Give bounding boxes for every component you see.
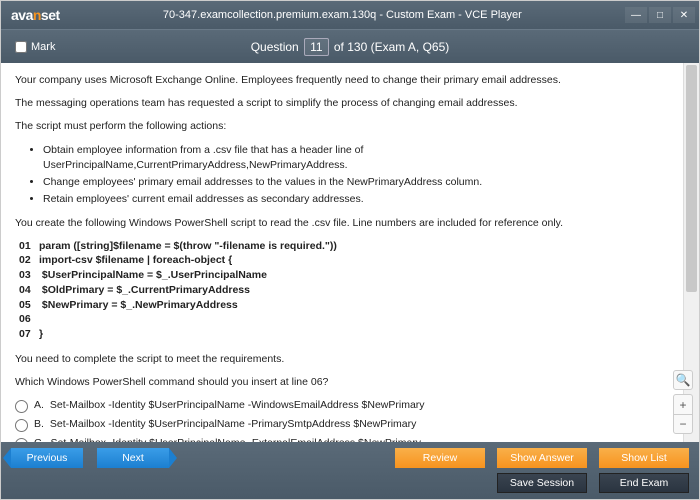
code-block: 01param ([string]$filename = $(throw "-f…: [19, 239, 669, 342]
requirements-list: Obtain employee information from a .csv …: [43, 143, 669, 208]
mark-checkbox-area[interactable]: Mark: [15, 41, 115, 53]
list-item: Retain employees' current email addresse…: [43, 192, 669, 207]
mark-checkbox[interactable]: [15, 41, 27, 53]
list-item: Obtain employee information from a .csv …: [43, 143, 669, 173]
question-number: 11: [304, 38, 328, 56]
window-title: 70-347.examcollection.premium.exam.130q …: [60, 9, 625, 21]
answer-radio[interactable]: [15, 419, 28, 432]
save-session-button[interactable]: Save Session: [497, 473, 587, 493]
show-answer-button[interactable]: Show Answer: [497, 448, 587, 468]
close-button[interactable]: ✕: [673, 7, 695, 23]
show-list-button[interactable]: Show List: [599, 448, 689, 468]
question-header: Mark Question 11 of 130 (Exam A, Q65): [1, 29, 699, 63]
previous-button[interactable]: Previous: [11, 448, 83, 468]
mark-label: Mark: [31, 41, 55, 53]
list-item: Change employees' primary email addresse…: [43, 175, 669, 190]
app-logo: avanset: [11, 7, 60, 23]
next-button[interactable]: Next: [97, 448, 169, 468]
intro-text-2: The messaging operations team has reques…: [15, 96, 669, 111]
intro-text: Your company uses Microsoft Exchange Onl…: [15, 73, 669, 88]
answer-option-b[interactable]: B. Set-Mailbox -Identity $UserPrincipalN…: [15, 417, 669, 432]
zoom-out-button[interactable]: −: [673, 414, 693, 434]
title-bar: avanset 70-347.examcollection.premium.ex…: [1, 1, 699, 29]
question-indicator: Question 11 of 130 (Exam A, Q65): [115, 38, 585, 56]
requirements-lead: The script must perform the following ac…: [15, 119, 669, 134]
question-text: Which Windows PowerShell command should …: [15, 375, 669, 390]
magnify-icon[interactable]: 🔍: [673, 370, 693, 390]
minimize-button[interactable]: —: [625, 7, 647, 23]
answer-option-c[interactable]: C. Set-Mailbox -Identity $UserPrincipalN…: [15, 436, 669, 442]
zoom-in-button[interactable]: +: [673, 394, 693, 414]
question-content: Your company uses Microsoft Exchange Onl…: [1, 63, 699, 442]
answer-options: A. Set-Mailbox -Identity $UserPrincipalN…: [15, 398, 669, 442]
end-exam-button[interactable]: End Exam: [599, 473, 689, 493]
review-button[interactable]: Review: [395, 448, 485, 468]
footer-bar: Previous Next Review Show Answer Show Li…: [1, 442, 699, 499]
answer-option-a[interactable]: A. Set-Mailbox -Identity $UserPrincipalN…: [15, 398, 669, 413]
scroll-thumb[interactable]: [686, 65, 697, 292]
answer-radio[interactable]: [15, 438, 28, 442]
code-lead: You create the following Windows PowerSh…: [15, 216, 669, 231]
answer-radio[interactable]: [15, 400, 28, 413]
maximize-button[interactable]: □: [649, 7, 671, 23]
task-text: You need to complete the script to meet …: [15, 352, 669, 367]
